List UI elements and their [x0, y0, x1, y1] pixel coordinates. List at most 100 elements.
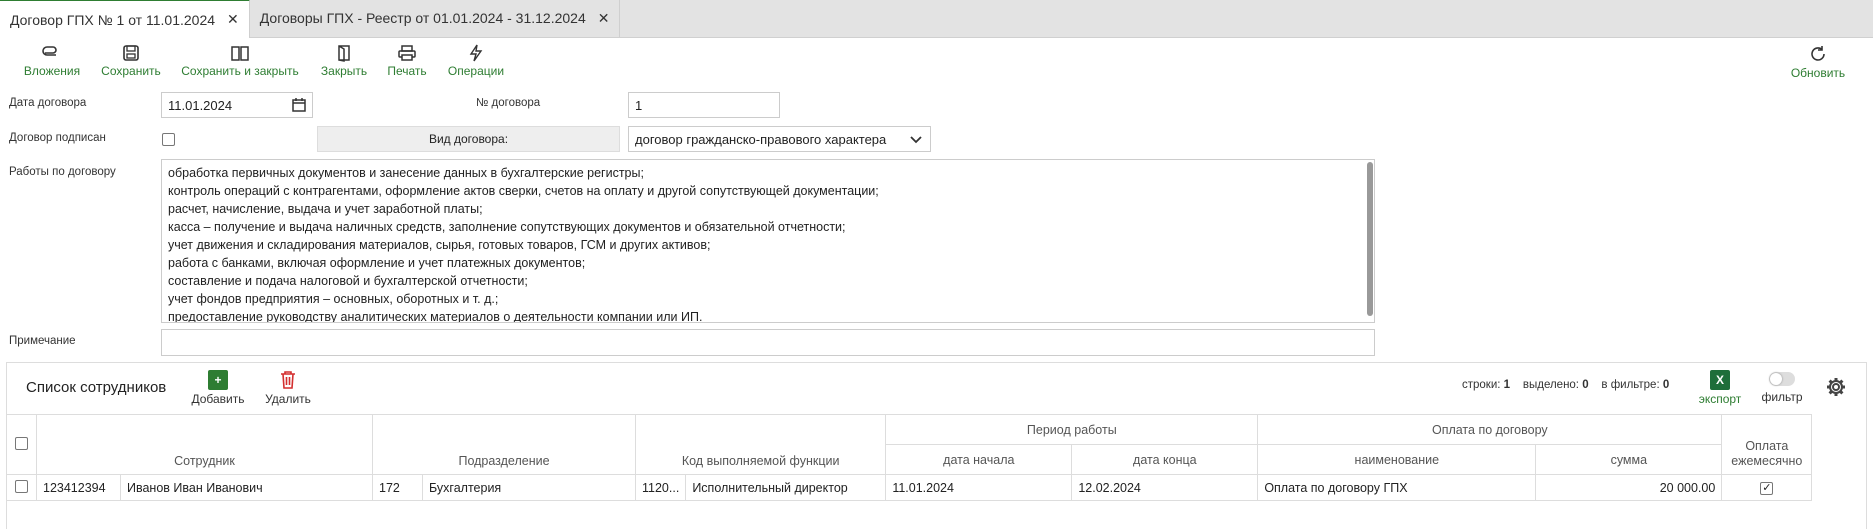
col-name[interactable]: наименование	[1257, 444, 1537, 475]
close-label: Закрыть	[320, 64, 368, 78]
filter-count-label: в фильтре:	[1601, 379, 1660, 391]
works-line: работа с банками, включая оформление и у…	[168, 256, 586, 270]
save-and-close-button[interactable]: Сохранить и закрыть	[178, 44, 302, 78]
contract-date-label: Дата договора	[9, 97, 87, 109]
select-all-checkbox[interactable]	[15, 436, 28, 450]
close-button[interactable]: Закрыть	[316, 44, 372, 78]
col-function-code[interactable]: Код выполняемой функции	[634, 414, 887, 475]
cell-payment-name: Оплата по договору ГПХ	[1257, 474, 1537, 501]
tab-contract-label: Договор ГПХ № 1 от 11.01.2024	[10, 11, 216, 28]
export-label: экспорт	[1698, 392, 1742, 406]
gear-icon[interactable]	[1826, 377, 1846, 397]
attachments-label: Вложения	[23, 64, 81, 78]
works-line: касса – получение и выдача наличных сред…	[168, 220, 846, 234]
close-icon[interactable]: ✕	[598, 10, 610, 27]
tab-bar: Договор ГПХ № 1 от 11.01.2024 ✕ Договоры…	[0, 0, 1873, 38]
calendar-icon[interactable]	[292, 98, 306, 112]
monthly-checkbox[interactable]: ✓	[1760, 482, 1774, 495]
col-department[interactable]: Подразделение	[372, 414, 636, 475]
works-line: обработка первичных документов и занесен…	[168, 166, 644, 180]
save-label: Сохранить	[101, 64, 161, 78]
chevron-down-icon	[910, 136, 922, 144]
rows-count: 1	[1503, 379, 1511, 391]
cell-monthly: ✓	[1721, 474, 1813, 501]
refresh-icon	[1811, 46, 1825, 61]
print-label: Печать	[387, 64, 427, 78]
filter-count: 0	[1662, 379, 1670, 391]
row-select-cell	[6, 474, 37, 501]
col-sum[interactable]: сумма	[1535, 444, 1723, 475]
cell-func-name: Исполнительный директор	[685, 474, 887, 501]
filter-label: фильтр	[1761, 390, 1803, 404]
toolbar: Вложения Сохранить Сохранить и закрыть З…	[0, 38, 1873, 86]
cell-dep-name: Бухгалтерия	[422, 474, 636, 501]
works-textarea[interactable]: обработка первичных документов и занесен…	[161, 159, 1375, 323]
col-payment: Оплата по договору	[1257, 414, 1723, 445]
trash-icon	[281, 371, 295, 389]
printer-icon	[398, 45, 416, 61]
toggle-switch[interactable]	[1769, 372, 1795, 386]
excel-icon: X	[1710, 370, 1730, 390]
plus-icon: +	[208, 370, 228, 390]
tab-registry[interactable]: Договоры ГПХ - Реестр от 01.01.2024 - 31…	[250, 0, 621, 37]
export-button[interactable]: X экспорт	[1694, 370, 1746, 406]
works-line: учет фондов предприятия – основных, обор…	[168, 292, 499, 306]
scrollbar[interactable]	[1367, 162, 1373, 316]
operations-label: Операции	[447, 64, 505, 78]
contract-date-field[interactable]: 11.01.2024	[161, 92, 313, 118]
save-icon	[123, 45, 139, 61]
filter-toggle[interactable]: фильтр	[1756, 372, 1808, 404]
works-line: контроль операций с контрагентами, оформ…	[168, 184, 879, 198]
note-label: Примечание	[9, 335, 76, 347]
works-line: расчет, начисление, выдача и учет зарабо…	[168, 202, 483, 216]
contract-number-label: № договора	[476, 97, 541, 109]
tab-contract[interactable]: Договор ГПХ № 1 от 11.01.2024 ✕	[0, 0, 250, 38]
works-line: учет движения и складирования материалов…	[168, 238, 711, 252]
row-checkbox[interactable]	[15, 479, 28, 493]
paperclip-icon	[42, 46, 57, 56]
cell-dep-code: 172	[372, 474, 423, 501]
cell-func-code: 1120...	[634, 474, 687, 501]
contract-type-select[interactable]: договор гражданско-правового характера	[628, 126, 931, 152]
selected-count: 0	[1582, 379, 1589, 391]
contract-number-value: 1	[635, 97, 643, 113]
col-date-end[interactable]: дата конца	[1071, 444, 1259, 475]
attachments-button[interactable]: Вложения	[22, 44, 82, 78]
refresh-button[interactable]: Обновить	[1786, 44, 1850, 80]
col-date-start[interactable]: дата начала	[885, 444, 1073, 475]
table-row[interactable]: 123412394 Иванов Иван Иванович 172 Бухга…	[6, 474, 1813, 501]
delete-employee-button[interactable]: Удалить	[260, 370, 316, 406]
lightning-icon	[469, 44, 483, 62]
delete-label: Удалить	[265, 392, 311, 406]
selected-label: выделено:	[1522, 379, 1580, 391]
note-field[interactable]	[161, 329, 1375, 356]
cell-employee-id: 123412394	[36, 474, 121, 501]
rows-label: строки:	[1462, 379, 1501, 391]
save-and-close-label: Сохранить и закрыть	[181, 64, 299, 78]
contract-date-value: 11.01.2024	[168, 97, 233, 113]
employees-title: Список сотрудников	[26, 379, 167, 396]
operations-button[interactable]: Операции	[442, 44, 510, 78]
print-button[interactable]: Печать	[382, 44, 432, 78]
contract-number-field[interactable]: 1	[628, 92, 780, 118]
add-label: Добавить	[191, 392, 245, 406]
col-employee[interactable]: Сотрудник	[36, 414, 373, 475]
add-employee-button[interactable]: + Добавить	[188, 370, 248, 406]
door-icon	[338, 45, 350, 62]
col-monthly[interactable]: Оплата ежемесячно	[1721, 414, 1813, 475]
contract-type-button-label: Вид договора:	[428, 132, 509, 146]
works-line: составление и подача налоговой и бухгалт…	[168, 274, 528, 288]
contract-signed-checkbox[interactable]	[162, 133, 175, 146]
contract-signed-label: Договор подписан	[9, 132, 106, 144]
book-icon	[231, 46, 249, 61]
select-all-cell	[6, 414, 37, 475]
save-button[interactable]: Сохранить	[98, 44, 164, 78]
grid-stats: строки: 1 выделено: 0 в фильтре: 0	[1462, 379, 1669, 391]
tab-registry-label: Договоры ГПХ - Реестр от 01.01.2024 - 31…	[259, 10, 586, 26]
cell-sum: 20 000.00	[1535, 474, 1723, 501]
employees-table: Сотрудник Подразделение Код выполняемой …	[6, 414, 1813, 501]
refresh-label: Обновить	[1790, 66, 1846, 80]
contract-type-button[interactable]: Вид договора:	[317, 126, 620, 152]
close-icon[interactable]: ✕	[227, 11, 239, 28]
works-line: предоставление руководству аналитических…	[168, 310, 703, 323]
